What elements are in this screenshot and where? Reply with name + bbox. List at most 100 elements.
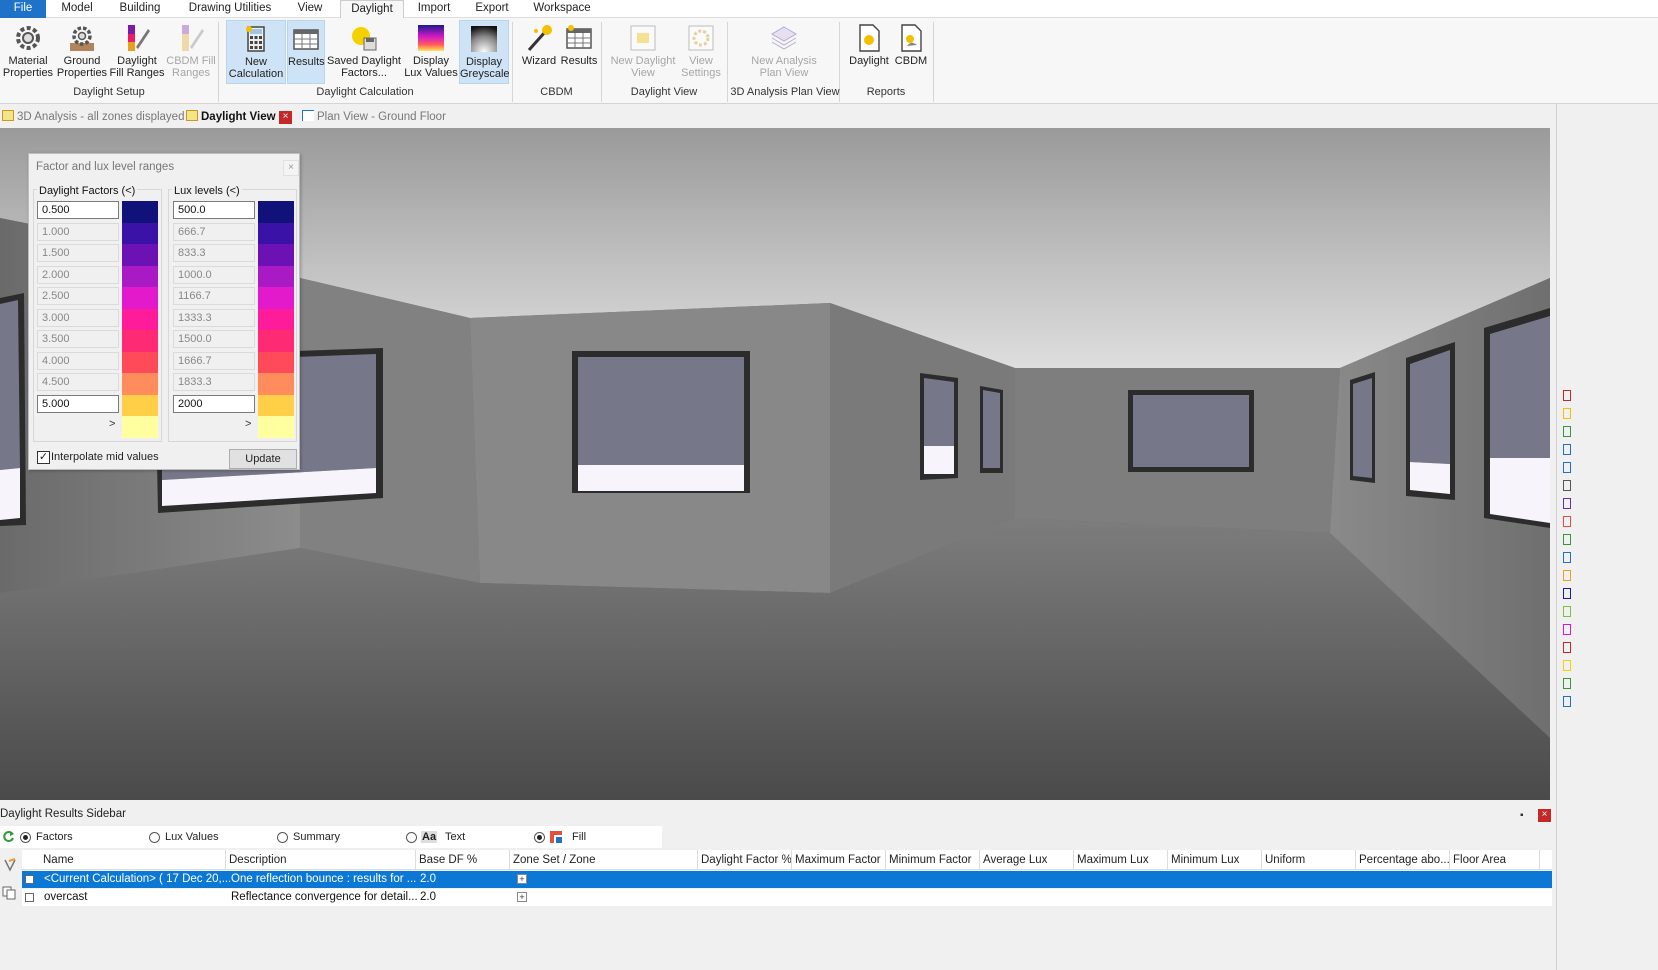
tab-plan-view[interactable]: Plan View - Ground Floor xyxy=(302,109,446,126)
zone-color-square[interactable] xyxy=(1563,642,1571,653)
color-swatch[interactable] xyxy=(258,308,294,330)
color-swatch[interactable] xyxy=(122,265,158,287)
column-header[interactable]: Maximum Factor xyxy=(792,850,886,870)
new-calculation-button[interactable]: New Calculation xyxy=(226,20,286,84)
color-swatch[interactable] xyxy=(258,222,294,244)
row-checkbox[interactable] xyxy=(25,893,34,902)
color-swatch[interactable] xyxy=(258,287,294,309)
zone-color-square[interactable] xyxy=(1563,678,1571,689)
new-analysis-plan-view-button[interactable]: New Analysis Plan View xyxy=(742,20,826,84)
tab-3d-analysis[interactable]: 3D Analysis - all zones displayed xyxy=(2,109,184,126)
daylight-fill-ranges-button[interactable]: Daylight Fill Ranges xyxy=(109,20,165,84)
color-swatch[interactable] xyxy=(122,373,158,395)
df-range-field[interactable]: 0.500 xyxy=(37,201,119,219)
menu-workspace[interactable]: Workspace xyxy=(526,0,598,18)
cbdm-report-button[interactable]: CBDM xyxy=(893,20,929,84)
row-checkbox[interactable] xyxy=(25,875,34,884)
color-swatch[interactable] xyxy=(258,373,294,395)
new-daylight-view-button[interactable]: New Daylight View xyxy=(608,20,678,84)
menu-drawing-utilities[interactable]: Drawing Utilities xyxy=(180,0,280,18)
zone-color-square[interactable] xyxy=(1563,462,1571,473)
color-swatch[interactable] xyxy=(122,416,158,438)
df-range-field[interactable]: 5.000 xyxy=(37,394,119,413)
close-icon[interactable]: × xyxy=(1538,809,1551,822)
zone-color-square[interactable] xyxy=(1563,480,1571,491)
color-swatch[interactable] xyxy=(122,308,158,330)
expand-icon[interactable]: + xyxy=(517,874,527,884)
color-swatch[interactable] xyxy=(258,394,294,416)
table-row[interactable]: overcast Reflectance convergence for det… xyxy=(22,889,1552,906)
column-header[interactable]: Zone Set / Zone xyxy=(510,850,698,870)
color-swatch[interactable] xyxy=(122,351,158,373)
lux-more-arrow[interactable]: > xyxy=(245,418,251,430)
color-swatch[interactable] xyxy=(258,244,294,266)
results-button[interactable]: Results xyxy=(287,20,325,84)
table-row[interactable]: <Current Calculation> ( 17 Dec 20,... On… xyxy=(22,871,1552,888)
edit-icon[interactable] xyxy=(3,858,17,872)
ground-properties-button[interactable]: Ground Properties xyxy=(56,20,108,84)
column-header[interactable]: Minimum Factor xyxy=(886,850,980,870)
zone-color-square[interactable] xyxy=(1563,624,1571,635)
daylight-report-button[interactable]: Daylight xyxy=(846,20,892,84)
interpolate-checkbox[interactable]: ✓ xyxy=(37,451,50,464)
cbdm-fill-ranges-button[interactable]: CBDM Fill Ranges xyxy=(166,20,216,84)
zone-color-square[interactable] xyxy=(1563,444,1571,455)
df-more-arrow[interactable]: > xyxy=(109,418,115,430)
lux-range-field[interactable]: 500.0 xyxy=(173,201,255,219)
color-swatch[interactable] xyxy=(122,394,158,416)
menu-export[interactable]: Export xyxy=(466,0,518,18)
saved-daylight-factors-button[interactable]: Saved Daylight Factors... xyxy=(327,20,401,84)
cbdm-wizard-button[interactable]: Wizard xyxy=(519,20,559,84)
zone-color-square[interactable] xyxy=(1563,516,1571,527)
expand-icon[interactable]: + xyxy=(517,892,527,902)
zone-color-square[interactable] xyxy=(1563,696,1571,707)
fill-radio[interactable] xyxy=(534,832,545,843)
menu-building[interactable]: Building xyxy=(110,0,170,18)
zone-color-square[interactable] xyxy=(1563,498,1571,509)
zone-color-square[interactable] xyxy=(1563,660,1571,671)
color-swatch[interactable] xyxy=(258,201,294,223)
copy-icon[interactable] xyxy=(2,886,16,900)
zone-color-square[interactable] xyxy=(1563,570,1571,581)
lux-values-radio[interactable] xyxy=(149,832,160,843)
menu-view[interactable]: View xyxy=(288,0,332,18)
display-lux-values-button[interactable]: Display Lux Values xyxy=(404,20,458,84)
refresh-icon[interactable] xyxy=(2,830,15,843)
view-settings-button[interactable]: View Settings xyxy=(680,20,722,84)
menu-daylight[interactable]: Daylight xyxy=(340,0,404,19)
column-header[interactable]: Daylight Factor % xyxy=(698,850,792,870)
column-header[interactable]: Floor Area xyxy=(1450,850,1540,870)
pin-icon[interactable]: ▪ xyxy=(1520,810,1524,821)
text-radio[interactable] xyxy=(406,832,417,843)
color-swatch[interactable] xyxy=(122,222,158,244)
lux-range-field[interactable]: 2000 xyxy=(173,394,255,413)
color-swatch[interactable] xyxy=(122,287,158,309)
column-header[interactable]: Name xyxy=(40,850,226,870)
column-header[interactable]: Description xyxy=(226,850,416,870)
color-swatch[interactable] xyxy=(258,330,294,352)
zone-color-square[interactable] xyxy=(1563,606,1571,617)
column-header[interactable]: Uniform xyxy=(1262,850,1356,870)
color-swatch[interactable] xyxy=(122,201,158,223)
color-swatch[interactable] xyxy=(258,351,294,373)
material-properties-button[interactable]: Material Properties xyxy=(2,20,54,84)
menu-model[interactable]: Model xyxy=(52,0,102,18)
zone-color-square[interactable] xyxy=(1563,426,1571,437)
color-swatch[interactable] xyxy=(258,416,294,438)
color-swatch[interactable] xyxy=(122,244,158,266)
zone-color-square[interactable] xyxy=(1563,390,1571,401)
column-header[interactable]: Percentage abo... xyxy=(1356,850,1450,870)
display-greyscale-button[interactable]: Display Greyscale xyxy=(459,20,510,84)
close-icon[interactable]: × xyxy=(283,160,299,176)
column-header[interactable]: Average Lux xyxy=(980,850,1074,870)
color-swatch[interactable] xyxy=(258,265,294,287)
tab-daylight-view[interactable]: Daylight View xyxy=(186,109,276,126)
zone-color-square[interactable] xyxy=(1563,408,1571,419)
zone-color-square[interactable] xyxy=(1563,588,1571,599)
cbdm-results-button[interactable]: Results xyxy=(560,20,598,84)
zone-color-square[interactable] xyxy=(1563,552,1571,563)
update-button[interactable]: Update xyxy=(229,449,297,469)
column-header[interactable]: Minimum Lux xyxy=(1168,850,1262,870)
color-swatch[interactable] xyxy=(122,330,158,352)
zone-color-square[interactable] xyxy=(1563,534,1571,545)
